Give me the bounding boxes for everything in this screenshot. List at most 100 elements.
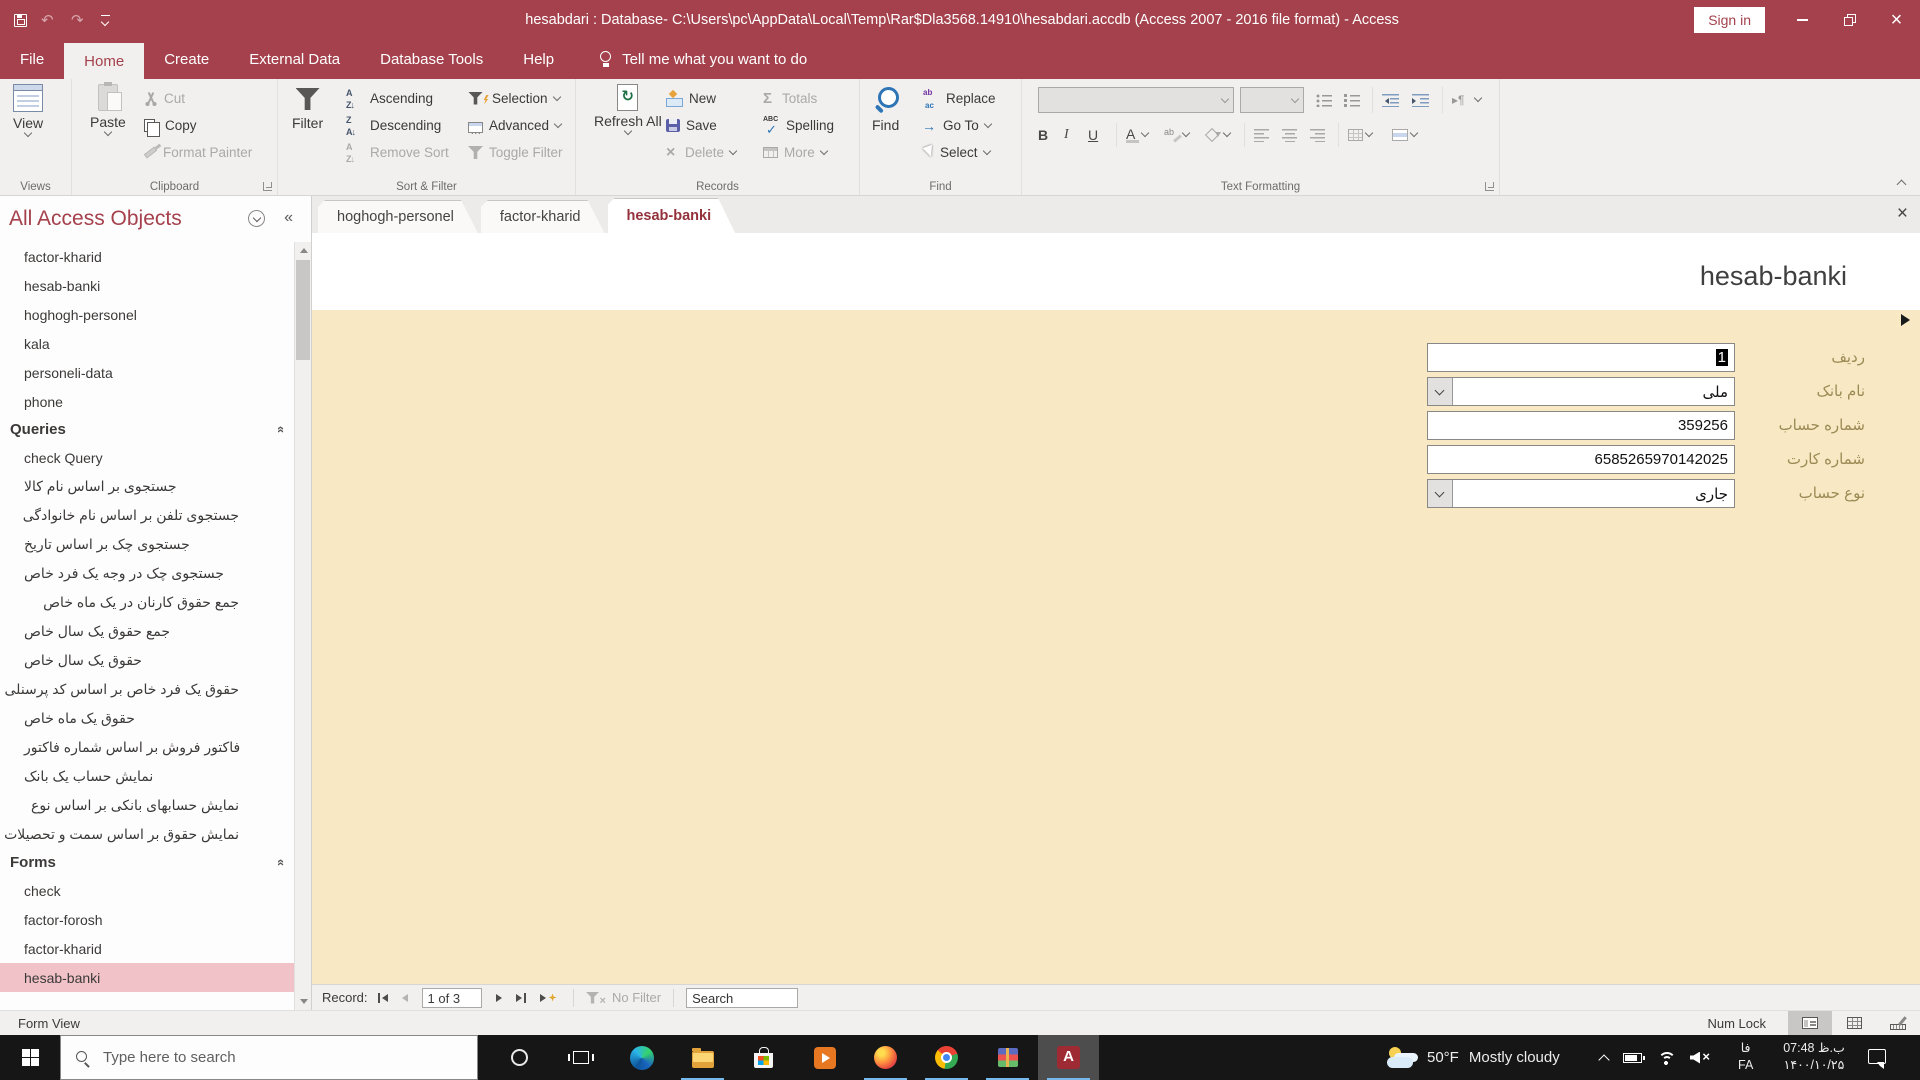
font-size-combo[interactable] [1240,87,1304,113]
nav-item[interactable]: نمایش حقوق بر اساس سمت و تحصیلات [0,820,295,849]
font-color-button[interactable] [1126,123,1150,147]
bullets-button[interactable] [1316,88,1332,112]
previous-record-button[interactable] [398,993,412,1002]
nav-item[interactable]: hesab-banki [0,271,295,300]
descending-button[interactable]: Descending [346,112,449,139]
winrar-button[interactable] [977,1035,1038,1080]
microsoft-store-button[interactable] [733,1035,794,1080]
nav-item[interactable]: factor-forosh [0,905,295,934]
tab-file[interactable]: File [0,40,64,79]
doc-tab-hesab-banki[interactable]: hesab-banki [608,198,736,233]
nav-item[interactable]: نمایش حسابهای بانکی بر اساس نوع [0,791,295,820]
gridlines-button[interactable] [1348,123,1374,147]
alternate-row-color-button[interactable] [1392,123,1419,147]
highlight-color-button[interactable] [1164,123,1191,147]
save-record-button[interactable]: Save [666,112,736,139]
numbering-button[interactable] [1344,88,1360,112]
first-record-button[interactable] [374,992,392,1003]
weather-widget[interactable]: 50°F Mostly cloudy [1385,1035,1560,1080]
selection-button[interactable]: Selection [468,85,563,112]
paste-button[interactable]: Paste [90,82,126,137]
edge-button[interactable] [611,1035,672,1080]
no-filter-icon[interactable] [585,991,600,1004]
close-button[interactable]: × [1873,0,1920,40]
clipboard-dialog-launcher-icon[interactable] [263,182,272,191]
close-tab-icon[interactable]: × [1897,204,1908,223]
nav-item[interactable]: جستجوی تلفن بر اساس نام خانوادگی [0,501,295,530]
taskbar-search-box[interactable]: Type here to search [60,1035,478,1080]
restore-button[interactable] [1826,0,1873,40]
nav-item[interactable]: فاکتور فروش بر اساس شماره فاکتور [0,733,295,762]
ascending-button[interactable]: Ascending [346,85,449,112]
nav-item[interactable]: hoghogh-personel [0,300,295,329]
nav-item[interactable]: personeli-data [0,358,295,387]
wifi-icon[interactable] [1657,1050,1676,1065]
nav-item[interactable]: حقوق یک فرد خاص بر اساس کد پرسنلی [0,675,295,704]
find-button[interactable]: Find [872,84,899,133]
italic-button[interactable] [1064,123,1076,147]
collapse-section-icon[interactable]: « [274,426,289,433]
file-explorer-button[interactable] [672,1035,733,1080]
delete-record-button[interactable]: Delete [666,139,738,166]
tray-expand-icon[interactable] [1598,1053,1610,1066]
start-button[interactable] [0,1035,60,1080]
remove-sort-button[interactable]: Remove Sort [346,139,449,166]
movies-tv-button[interactable] [794,1035,855,1080]
align-right-button[interactable] [1310,123,1325,147]
battery-icon[interactable] [1623,1052,1645,1063]
toggle-filter-button[interactable]: Toggle Filter [468,139,563,166]
combo-dropdown-icon[interactable] [1428,378,1453,405]
sign-in-button[interactable]: Sign in [1694,7,1765,33]
new-record-nav-button[interactable] [536,993,561,1002]
nav-item[interactable]: hesab-banki [0,963,295,992]
nav-item[interactable]: حقوق یک سال خاص [0,646,295,675]
totals-button[interactable]: Totals [763,85,834,112]
nav-item[interactable]: جستجوی بر اساس نام کالا [0,472,295,501]
nav-item[interactable]: check [0,876,295,905]
design-view-button[interactable] [1876,1011,1920,1036]
collapse-section-icon[interactable]: « [274,859,289,866]
tab-create[interactable]: Create [144,40,229,79]
nav-item[interactable]: حقوق یک ماه خاص [0,704,295,733]
tab-database-tools[interactable]: Database Tools [360,40,503,79]
redo-icon[interactable] [71,11,87,29]
field-input-3[interactable]: 359256 [1427,411,1735,440]
record-search-input[interactable]: Search [686,987,799,1008]
replace-button[interactable]: Replace [922,85,996,112]
nav-pane-scrollbar[interactable] [294,242,311,1010]
undo-icon[interactable] [41,11,57,29]
nav-section-header[interactable]: Queries « [0,416,295,443]
bold-button[interactable] [1038,123,1050,147]
align-left-button[interactable] [1254,123,1269,147]
nav-item[interactable]: جمع حقوق کارنان در یک ماه خاص [0,588,295,617]
cut-button[interactable]: Cut [144,85,252,112]
decrease-indent-button[interactable] [1382,88,1399,112]
text-direction-button[interactable] [1452,88,1483,112]
form-view-button[interactable] [1788,1010,1832,1036]
field-input-5[interactable]: جاری [1427,479,1735,508]
background-color-button[interactable] [1206,123,1232,147]
align-center-button[interactable] [1282,123,1297,147]
filter-button[interactable]: Filter [292,84,323,131]
combo-dropdown-icon[interactable] [1428,480,1453,507]
spelling-button[interactable]: Spelling [763,112,834,139]
tab-external-data[interactable]: External Data [229,40,360,79]
text-formatting-dialog-launcher-icon[interactable] [1485,182,1494,191]
nav-item[interactable]: نمایش حساب یک بانک [0,762,295,791]
taskbar-clock[interactable]: 07:48 ب.ظ ۱۴۰۰/۱۰/۲۵ [1768,1040,1860,1074]
advanced-button[interactable]: Advanced [468,112,563,139]
volume-muted-icon[interactable] [1690,1049,1710,1065]
datasheet-view-button[interactable] [1832,1011,1876,1036]
chrome-button[interactable] [916,1035,977,1080]
tell-me-box[interactable]: Tell me what you want to do [600,40,807,79]
increase-indent-button[interactable] [1412,88,1429,112]
scrollbar-thumb[interactable] [296,260,310,360]
doc-tab-hoghogh-personel[interactable]: hoghogh-personel [318,200,478,233]
task-view-button[interactable] [550,1035,611,1080]
nav-pane-menu-icon[interactable] [248,210,265,227]
minimize-button[interactable] [1779,0,1826,40]
nav-item[interactable] [0,992,295,1010]
nav-item[interactable]: kala [0,329,295,358]
save-icon[interactable] [14,13,27,27]
go-to-button[interactable]: Go To [922,112,996,139]
